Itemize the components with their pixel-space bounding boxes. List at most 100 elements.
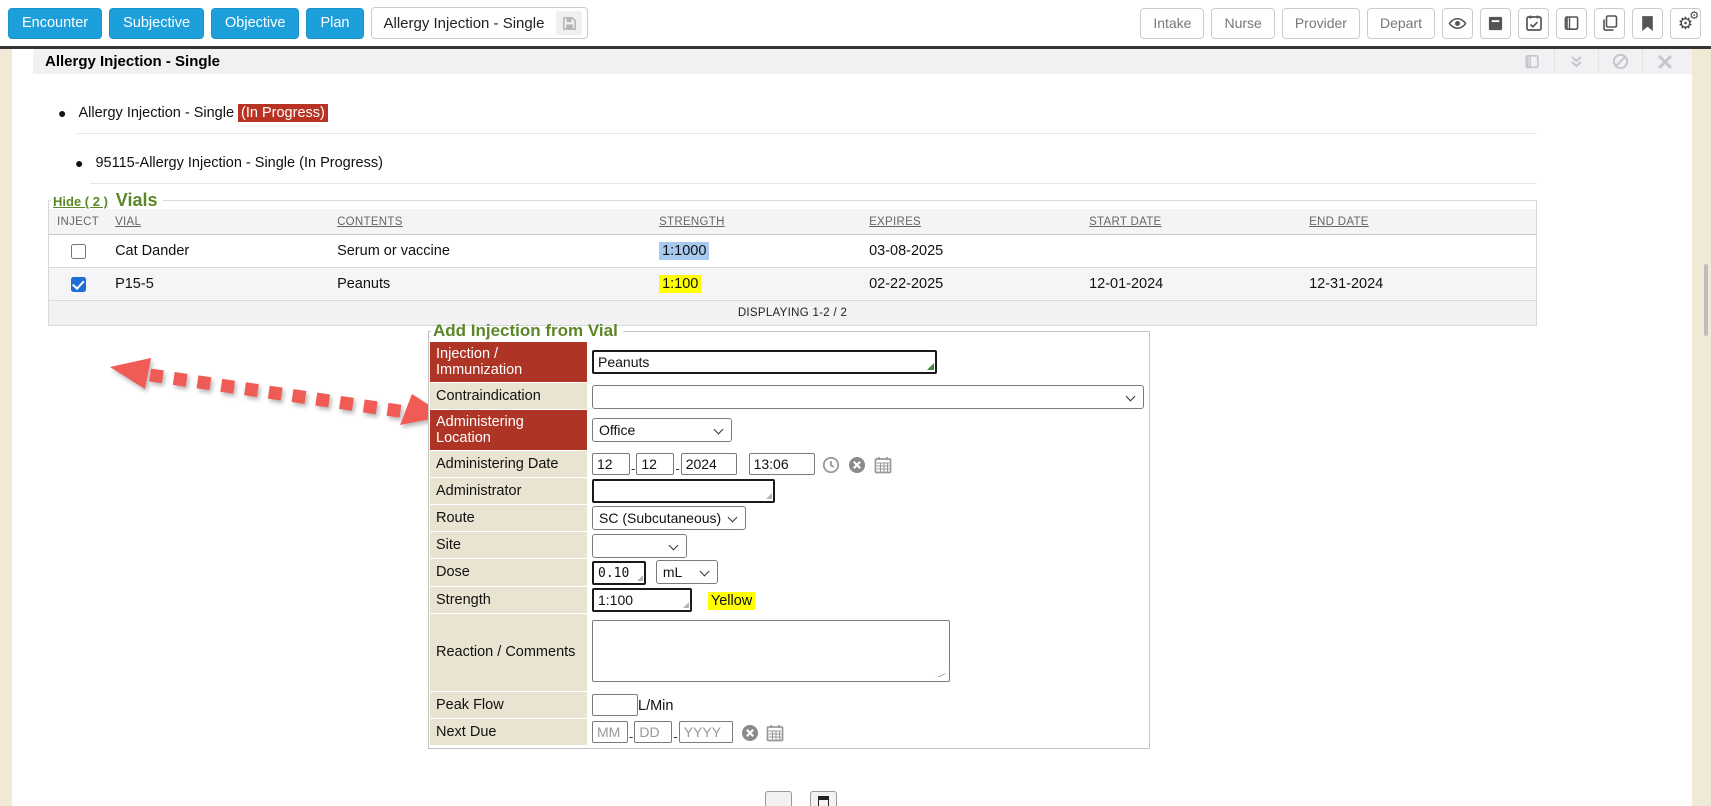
form-row-contraindication: Contraindication — [430, 383, 1149, 410]
add-injection-legend: Add Injection from Vial — [431, 321, 623, 341]
date-separator: - — [631, 461, 635, 476]
injection-input[interactable] — [592, 350, 937, 374]
action-button[interactable] — [765, 791, 792, 806]
clear-date-icon[interactable] — [741, 724, 759, 742]
vial-row-p15-5: P15-5 Peanuts 1:100 02-22-2025 12-01-202… — [49, 268, 1536, 301]
save-icon[interactable] — [556, 11, 582, 35]
gears-icon[interactable]: ⚙⚙ — [1670, 8, 1701, 39]
reaction-comments-textarea[interactable] — [592, 620, 950, 682]
contraindication-select[interactable] — [592, 385, 1144, 409]
strength-input[interactable] — [592, 588, 692, 612]
collapse-icon[interactable] — [1554, 49, 1598, 74]
status-item-label: 95115-Allergy Injection - Single (In Pro… — [95, 155, 382, 171]
peak-flow-unit: L/Min — [638, 698, 673, 714]
peak-flow-label: Peak Flow — [430, 691, 588, 718]
book-icon[interactable] — [1510, 49, 1554, 74]
admin-date-day-input[interactable] — [636, 453, 674, 475]
form-row-location: Administering Location Office — [430, 410, 1149, 451]
col-vial[interactable]: VIAL — [107, 209, 329, 235]
intake-button[interactable]: Intake — [1140, 8, 1204, 39]
save-action-button[interactable] — [810, 791, 837, 806]
next-due-label: Next Due — [430, 718, 588, 745]
disable-icon[interactable] — [1598, 49, 1642, 74]
vials-header-row: INJECT VIAL CONTENTS STRENGTH EXPIRES ST… — [49, 209, 1536, 235]
vials-title: Vials — [116, 190, 158, 210]
form-row-admin-date: Administering Date -- — [430, 451, 1149, 478]
form-row-reaction: Reaction / Comments — [430, 613, 1149, 691]
objective-button[interactable]: Objective — [211, 8, 299, 39]
archive-icon[interactable] — [1480, 8, 1511, 39]
next-due-day-input[interactable] — [634, 721, 672, 743]
admin-time-input[interactable] — [749, 453, 815, 475]
list-divider — [76, 133, 1537, 134]
strength-cell: 1:100 — [651, 268, 861, 301]
col-end-date[interactable]: END DATE — [1301, 209, 1536, 235]
inject-checkbox[interactable] — [71, 277, 86, 292]
date-separator: - — [629, 729, 633, 744]
end-date-cell: 12-31-2024 — [1301, 268, 1536, 301]
col-contents[interactable]: CONTENTS — [329, 209, 651, 235]
form-action-buttons — [765, 791, 837, 806]
provider-button[interactable]: Provider — [1282, 8, 1360, 39]
col-expires[interactable]: EXPIRES — [861, 209, 1081, 235]
administrator-input[interactable] — [592, 479, 775, 503]
admin-date-month-input[interactable] — [592, 453, 630, 475]
calendar-icon[interactable] — [874, 456, 892, 474]
end-date-cell — [1301, 235, 1536, 268]
route-select[interactable]: SC (Subcutaneous) — [592, 506, 746, 530]
form-row-next-due: Next Due -- — [430, 718, 1149, 745]
next-due-month-input[interactable] — [592, 721, 628, 743]
status-item-encounter: ● Allergy Injection - Single (In Progres… — [58, 104, 1692, 122]
calendar-check-icon[interactable] — [1518, 8, 1549, 39]
clock-icon[interactable] — [822, 456, 840, 474]
copy-icon[interactable] — [1594, 8, 1625, 39]
gears-glyph: ⚙⚙ — [1678, 15, 1693, 32]
site-label: Site — [430, 532, 588, 559]
start-date-cell: 12-01-2024 — [1081, 268, 1301, 301]
clear-date-icon[interactable] — [848, 456, 866, 474]
expires-cell: 03-08-2025 — [861, 235, 1081, 268]
route-label: Route — [430, 505, 588, 532]
strength-label: Strength — [430, 586, 588, 613]
admin-date-year-input[interactable] — [681, 453, 737, 475]
calendar-icon[interactable] — [766, 724, 784, 742]
depart-button[interactable]: Depart — [1367, 8, 1435, 39]
eye-icon[interactable] — [1442, 8, 1473, 39]
col-strength[interactable]: STRENGTH — [651, 209, 861, 235]
add-injection-section: Add Injection from Vial Injection / Immu… — [428, 321, 1150, 749]
strength-cell: 1:1000 — [651, 235, 861, 268]
close-icon[interactable] — [1642, 49, 1686, 74]
form-row-strength: Strength Yellow — [430, 586, 1149, 613]
status-badge: (In Progress) — [238, 104, 328, 122]
reaction-comments-label: Reaction / Comments — [430, 613, 588, 691]
note-title: Allergy Injection - Single — [384, 15, 545, 32]
dose-label: Dose — [430, 559, 588, 587]
form-row-injection: Injection / Immunization — [430, 342, 1149, 383]
plan-button[interactable]: Plan — [306, 8, 363, 39]
form-row-dose: Dose mL — [430, 559, 1149, 587]
page-background: Allergy Injection - Single ● Allergy Inj… — [0, 49, 1711, 806]
scrollbar-thumb[interactable] — [1704, 264, 1708, 336]
nurse-button[interactable]: Nurse — [1211, 8, 1274, 39]
bookmark-icon[interactable] — [1632, 8, 1663, 39]
hide-vials-link[interactable]: Hide ( 2 ) — [53, 194, 108, 209]
dose-input[interactable] — [592, 561, 646, 585]
strength-highlight: 1:1000 — [659, 242, 709, 260]
col-start-date[interactable]: START DATE — [1081, 209, 1301, 235]
form-row-site: Site — [430, 532, 1149, 559]
dose-unit-select[interactable]: mL — [656, 560, 718, 584]
form-row-route: Route SC (Subcutaneous) — [430, 505, 1149, 532]
site-select[interactable] — [592, 534, 687, 558]
strength-highlight: 1:100 — [659, 275, 701, 293]
administering-date-label: Administering Date — [430, 451, 588, 478]
subjective-button[interactable]: Subjective — [109, 8, 204, 39]
peak-flow-input[interactable] — [592, 694, 638, 716]
book-icon[interactable] — [1556, 8, 1587, 39]
next-due-year-input[interactable] — [679, 721, 733, 743]
administering-location-select[interactable]: Office — [592, 418, 732, 442]
contraindication-label: Contraindication — [430, 383, 588, 410]
inject-checkbox[interactable] — [71, 244, 86, 259]
col-inject: INJECT — [49, 209, 107, 235]
strength-color-note: Yellow — [708, 592, 755, 610]
encounter-button[interactable]: Encounter — [8, 8, 102, 39]
